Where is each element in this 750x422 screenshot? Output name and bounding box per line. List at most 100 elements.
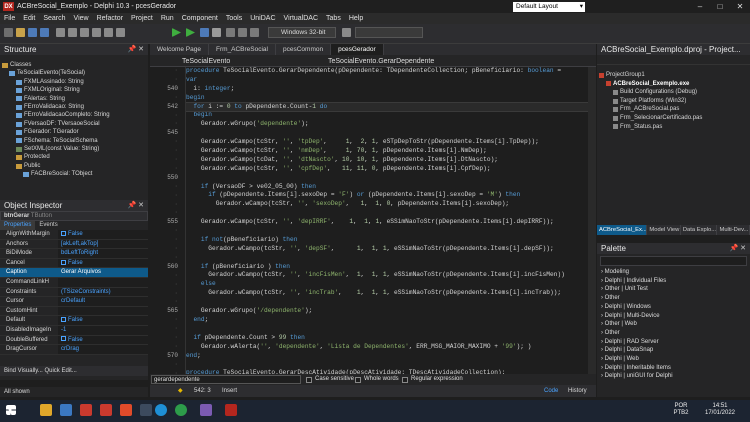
run-icon[interactable] [172,28,181,37]
property-value[interactable]: Gerar Arquivos [58,268,148,277]
palette-category[interactable]: › Delphi | Windows [597,303,750,312]
code-line[interactable]: if pDependente.Count > 99 then [186,334,588,343]
delphi-taskbar-icon[interactable] [225,404,237,416]
menu-file[interactable]: File [4,15,15,22]
code-line[interactable]: Gerador.wCampo(tcStr, '', 'depIRRF', 1, … [186,218,588,227]
project-item[interactable]: Frm_ACBreSocial.pas [599,105,750,114]
structure-item[interactable]: FXMLOriginal: String [2,86,148,94]
trace-into-icon[interactable] [238,28,247,37]
code-line[interactable] [186,209,588,218]
menu-component[interactable]: Component [182,15,218,22]
code-line[interactable]: Gerador.wCampo(tcStr, '', 'depSF', 1, 1,… [186,245,588,254]
code-line[interactable] [186,360,588,369]
checkbox-icon[interactable] [61,336,66,342]
tab-properties[interactable]: Properties [0,221,36,230]
anydesk-icon[interactable] [80,404,92,416]
palette-category[interactable]: › Modeling [597,268,750,277]
code-line[interactable]: end; [186,352,588,361]
property-row[interactable]: Default False [0,316,148,326]
search-input[interactable]: gerardependente [151,375,301,384]
property-value[interactable]: (TSizeConstraints) [58,287,148,297]
editor-tab[interactable]: Welcome Page [150,44,209,55]
structure-item[interactable]: FGerador: TGerador [2,128,148,136]
structure-item[interactable]: TeSocialEvento(TeSocial) [2,69,148,77]
case-sensitive-checkbox[interactable]: Case sensitive [306,376,354,383]
close-icon[interactable]: ✕ [730,0,750,13]
project-item[interactable]: ProjectGroup1 [599,71,750,80]
tab-events[interactable]: Events [35,221,61,230]
regex-checkbox[interactable]: Regular expression [402,376,463,383]
code-line[interactable]: if not(pBeneficiario) then [186,236,588,245]
structure-item[interactable]: Protected [2,153,148,161]
palette-category[interactable]: › Other [597,294,750,303]
pin-icon[interactable]: 📌 ✕ [127,200,144,211]
property-row[interactable]: DragCursor crDrag [0,345,148,355]
view-unit-icon[interactable] [92,28,101,37]
remove-file-icon[interactable] [80,28,89,37]
structure-item[interactable]: FXMLAssinado: String [2,78,148,86]
history-tab[interactable]: History [568,385,587,397]
palette-category[interactable]: › Delphi | Web [597,355,750,364]
property-row[interactable]: CustomHint [0,306,148,317]
code-line[interactable] [186,129,588,138]
palette-category[interactable]: › Delphi | Inheritable Items [597,364,750,373]
editor-tab[interactable]: pcesGerador [331,44,384,55]
structure-item[interactable]: SetXML(const Value: String) [2,145,148,153]
structure-item[interactable]: FVersaoDF: TVersaoeSocial [2,120,148,128]
structure-item[interactable]: FSchema: TeSocialSchema [2,137,148,145]
property-value[interactable] [58,277,148,287]
editor-scrollbar[interactable] [588,67,596,374]
property-row[interactable]: Anchors [akLeft,akTop] [0,239,148,250]
structure-item[interactable]: FErroValidacaoCompleto: String [2,111,148,119]
code-tab[interactable]: Code [544,385,558,397]
project-tab[interactable]: Model View [647,225,681,235]
property-value[interactable]: [akLeft,akTop] [58,239,148,249]
property-value[interactable] [58,306,148,316]
code-line[interactable]: var [186,76,588,85]
menu-tabs[interactable]: Tabs [326,15,341,22]
code-editor[interactable]: procedure TeSocialEvento.GerarDependente… [186,67,588,374]
menu-help[interactable]: Help [349,15,363,22]
code-line[interactable]: procedure TeSocialEvento.GerarDependente… [186,67,588,76]
code-line[interactable] [186,298,588,307]
save-icon[interactable] [28,28,37,37]
palette-category[interactable]: › Other | Unit Test [597,285,750,294]
property-value[interactable]: False [58,230,148,239]
open-icon[interactable] [16,28,25,37]
property-row[interactable]: DoubleBuffered False [0,335,148,346]
explorer-icon[interactable] [40,404,52,416]
structure-item[interactable]: FACBreSocial: TObject [2,170,148,178]
property-row[interactable]: Cancel False [0,258,148,269]
class-nav-select[interactable]: TeSocialEvento [182,57,312,66]
checkbox-icon[interactable] [61,259,66,265]
property-row[interactable]: BiDiMode bdLeftToRight [0,249,148,259]
project-item[interactable]: Build Configurations (Debug) [599,88,750,97]
project-item[interactable]: Target Platforms (Win32) [599,97,750,106]
pin-icon[interactable]: 📌 ✕ [127,44,144,55]
palette-category[interactable]: › Delphi | DataSnap [597,346,750,355]
code-line[interactable]: begin [186,94,588,103]
code-line[interactable]: Gerador.wCampo(tcStr, '', 'cpfDep', 11, … [186,165,588,174]
code-line[interactable]: Gerador.wCampo(tcStr, '', 'sexoDep', 1, … [186,200,588,209]
menu-tools[interactable]: Tools [226,15,242,22]
palette-category[interactable]: › Delphi | Individual Files [597,277,750,286]
property-row[interactable]: DisabledImageIn -1 [0,325,148,336]
property-value[interactable]: False [58,258,148,268]
palette-search-input[interactable] [600,256,747,266]
menu-project[interactable]: Project [131,15,153,22]
code-line[interactable]: if (pBeneficiario ) then [186,263,588,272]
code-line[interactable]: Gerador.wCampo(tcStr, '', 'tpDep', 1, 2,… [186,138,588,147]
code-line[interactable] [186,227,588,236]
palette-category[interactable]: › Delphi | Multi-Device [597,312,750,321]
menu-refactor[interactable]: Refactor [97,15,123,22]
menu-search[interactable]: Search [43,15,65,22]
code-line[interactable]: if (VersaoDF > ve02_05_00) then [186,183,588,192]
terminal-icon[interactable] [140,404,152,416]
toggle-form-icon[interactable] [116,28,125,37]
structure-item[interactable]: FAlertas: String [2,95,148,103]
project-item[interactable]: Frm_Status.pas [599,123,750,132]
layout-select[interactable]: Default Layout [513,2,585,12]
menu-run[interactable]: Run [161,15,174,22]
edge-icon[interactable] [155,404,167,416]
code-line[interactable] [186,254,588,263]
